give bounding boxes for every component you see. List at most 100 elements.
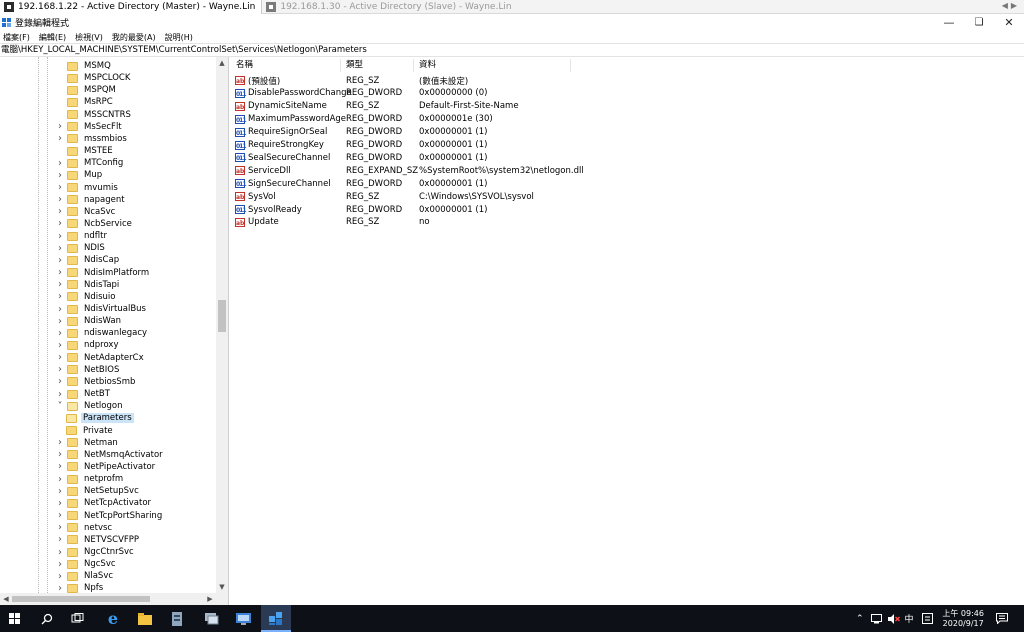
scroll-thumb[interactable] <box>12 596 150 602</box>
menu-view[interactable]: 檢視(V) <box>75 32 103 43</box>
value-row[interactable]: 011 SealSecureChannel REG_DWORD 0x00000001 … <box>231 151 487 164</box>
scroll-down-icon[interactable]: ▼ <box>216 581 228 593</box>
tree-node[interactable]: › NetMsmqActivator <box>56 449 165 461</box>
tree-node[interactable]: › mssmbios <box>56 133 129 145</box>
remote-tab-slave[interactable]: 192.168.1.30 - Active Directory (Slave) … <box>261 0 517 14</box>
chevron-right-icon[interactable]: › <box>56 376 64 387</box>
maximize-button[interactable]: ❏ <box>964 14 994 31</box>
search-button[interactable] <box>32 605 62 632</box>
tree-node[interactable]: › netvsc <box>56 522 114 534</box>
chevron-right-icon[interactable]: › <box>56 340 64 351</box>
chevron-right-icon[interactable]: › <box>56 255 64 266</box>
tree-node[interactable]: › ndproxy <box>56 339 121 351</box>
tab-scroll-arrows[interactable]: ◀▶ <box>1002 1 1020 10</box>
tree-node[interactable]: MSPCLOCK <box>56 72 132 84</box>
value-row[interactable]: ab ServiceDll REG_EXPAND_SZ %SystemRoot%\sy… <box>231 164 584 177</box>
address-bar[interactable]: 電腦\HKEY_LOCAL_MACHINE\SYSTEM\CurrentCont… <box>0 43 1024 57</box>
value-row[interactable]: 011 SysvolReady REG_DWORD 0x00000001 (1) <box>231 203 487 216</box>
tree-node[interactable]: › NetAdapterCx <box>56 352 146 364</box>
chevron-right-icon[interactable]: › <box>56 243 64 254</box>
tree-node[interactable]: › NetTcpActivator <box>56 497 153 509</box>
tree-node[interactable]: › NgcSvc <box>56 558 118 570</box>
tree-node[interactable]: › NdisImPlatform <box>56 267 151 279</box>
chevron-right-icon[interactable]: › <box>56 170 64 181</box>
tree-node[interactable]: › ndfltr <box>56 230 109 242</box>
close-button[interactable]: ✕ <box>994 14 1024 31</box>
value-row[interactable]: 011 RequireSignOrSeal REG_DWORD 0x00000001 … <box>231 126 487 139</box>
tree-node[interactable]: › NetTcpPortSharing <box>56 510 164 522</box>
tree-node[interactable]: › NetbiosSmb <box>56 376 137 388</box>
tree-node[interactable]: › ndiswanlegacy <box>56 327 149 339</box>
chevron-right-icon[interactable]: › <box>56 194 64 205</box>
tree-node[interactable]: MSSCNTRS <box>56 109 133 121</box>
menu-edit[interactable]: 編輯(E) <box>39 32 66 43</box>
chevron-right-icon[interactable]: › <box>56 534 64 545</box>
system-clock[interactable]: 上午 09:46 2020/9/17 <box>942 609 984 629</box>
tree-node[interactable]: › NetPipeActivator <box>56 461 157 473</box>
chevron-right-icon[interactable]: › <box>56 206 64 217</box>
value-row[interactable]: 011 DisablePasswordChange REG_DWORD 0x00000… <box>231 87 487 100</box>
value-row[interactable]: ab (預設值) REG_SZ (數值未設定) <box>231 74 468 87</box>
tree-node[interactable]: Parameters <box>66 412 134 424</box>
chevron-right-icon[interactable]: › <box>56 121 64 132</box>
chevron-right-icon[interactable]: › <box>56 267 64 278</box>
chevron-right-icon[interactable]: › <box>56 231 64 242</box>
tree-node[interactable]: › NgcCtnrSvc <box>56 546 136 558</box>
start-button[interactable] <box>0 605 30 632</box>
chevron-right-icon[interactable]: › <box>56 486 64 497</box>
tree-node[interactable]: › napagent <box>56 194 127 206</box>
remote-desktop-button[interactable] <box>228 605 258 632</box>
chevron-right-icon[interactable]: › <box>56 474 64 485</box>
tree-node[interactable]: › MsSecFlt <box>56 121 124 133</box>
tree-node[interactable]: › NdisVirtualBus <box>56 303 148 315</box>
tree-node[interactable]: MsRPC <box>56 96 115 108</box>
chevron-right-icon[interactable]: › <box>56 437 64 448</box>
file-explorer-button[interactable] <box>130 605 160 632</box>
value-row[interactable]: 011 SignSecureChannel REG_DWORD 0x00000001 … <box>231 177 487 190</box>
chevron-right-icon[interactable]: › <box>56 279 64 290</box>
chevron-right-icon[interactable]: › <box>56 449 64 460</box>
network-status-icon[interactable] <box>870 613 883 624</box>
scroll-right-icon[interactable]: ▶ <box>204 593 216 605</box>
chevron-down-icon[interactable]: ˅ <box>56 401 64 412</box>
minimize-button[interactable]: — <box>934 14 964 31</box>
value-row[interactable]: ab DynamicSiteName REG_SZ Default-First-Sit… <box>231 100 519 113</box>
value-row[interactable]: 011 MaximumPasswordAge REG_DWORD 0x0000001e… <box>231 113 493 126</box>
scroll-thumb[interactable] <box>218 300 226 332</box>
column-header-name[interactable]: 名稱 <box>231 59 341 72</box>
tree-node[interactable]: › Netman <box>56 437 120 449</box>
tree-node[interactable]: › NetBT <box>56 388 112 400</box>
chevron-right-icon[interactable]: › <box>56 316 64 327</box>
chevron-right-icon[interactable]: › <box>56 571 64 582</box>
tree-node[interactable]: › NDIS <box>56 242 107 254</box>
tree-node[interactable]: › NcaSvc <box>56 206 117 218</box>
chevron-right-icon[interactable]: › <box>56 461 64 472</box>
input-method-indicator[interactable]: 中 <box>905 612 914 625</box>
tree-horizontal-scrollbar[interactable]: ◀ ▶ <box>0 593 216 605</box>
tree-node[interactable]: › Ndisuio <box>56 291 118 303</box>
tree-node[interactable]: › NcbService <box>56 218 134 230</box>
tree-node[interactable]: Private <box>66 425 115 437</box>
scroll-left-icon[interactable]: ◀ <box>0 593 12 605</box>
chevron-right-icon[interactable]: › <box>56 559 64 570</box>
chevron-right-icon[interactable]: › <box>56 547 64 558</box>
volume-muted-icon[interactable] <box>887 613 900 624</box>
tree-node[interactable]: › NdisWan <box>56 315 123 327</box>
value-row[interactable]: ab SysVol REG_SZ C:\Windows\SYSVOL\sysvol <box>231 190 534 203</box>
internet-explorer-button[interactable]: e <box>98 605 128 632</box>
menu-favorites[interactable]: 我的最愛(A) <box>112 32 156 43</box>
column-header-type[interactable]: 類型 <box>341 59 414 72</box>
chevron-right-icon[interactable]: › <box>56 182 64 193</box>
arrow-right-icon[interactable]: ▶ <box>1011 1 1020 10</box>
value-row[interactable]: 011 RequireStrongKey REG_DWORD 0x00000001 (… <box>231 139 487 152</box>
tree-node[interactable]: MSMQ <box>56 60 113 72</box>
tree-node[interactable]: MSPQM <box>56 84 118 96</box>
menu-file[interactable]: 檔案(F) <box>3 32 30 43</box>
chevron-right-icon[interactable]: › <box>56 498 64 509</box>
arrow-left-icon[interactable]: ◀ <box>1002 1 1011 10</box>
chevron-right-icon[interactable]: › <box>56 328 64 339</box>
tree-node[interactable]: › MTConfig <box>56 157 125 169</box>
chevron-right-icon[interactable]: › <box>56 158 64 169</box>
task-view-button[interactable] <box>62 605 92 632</box>
chevron-right-icon[interactable]: › <box>56 218 64 229</box>
